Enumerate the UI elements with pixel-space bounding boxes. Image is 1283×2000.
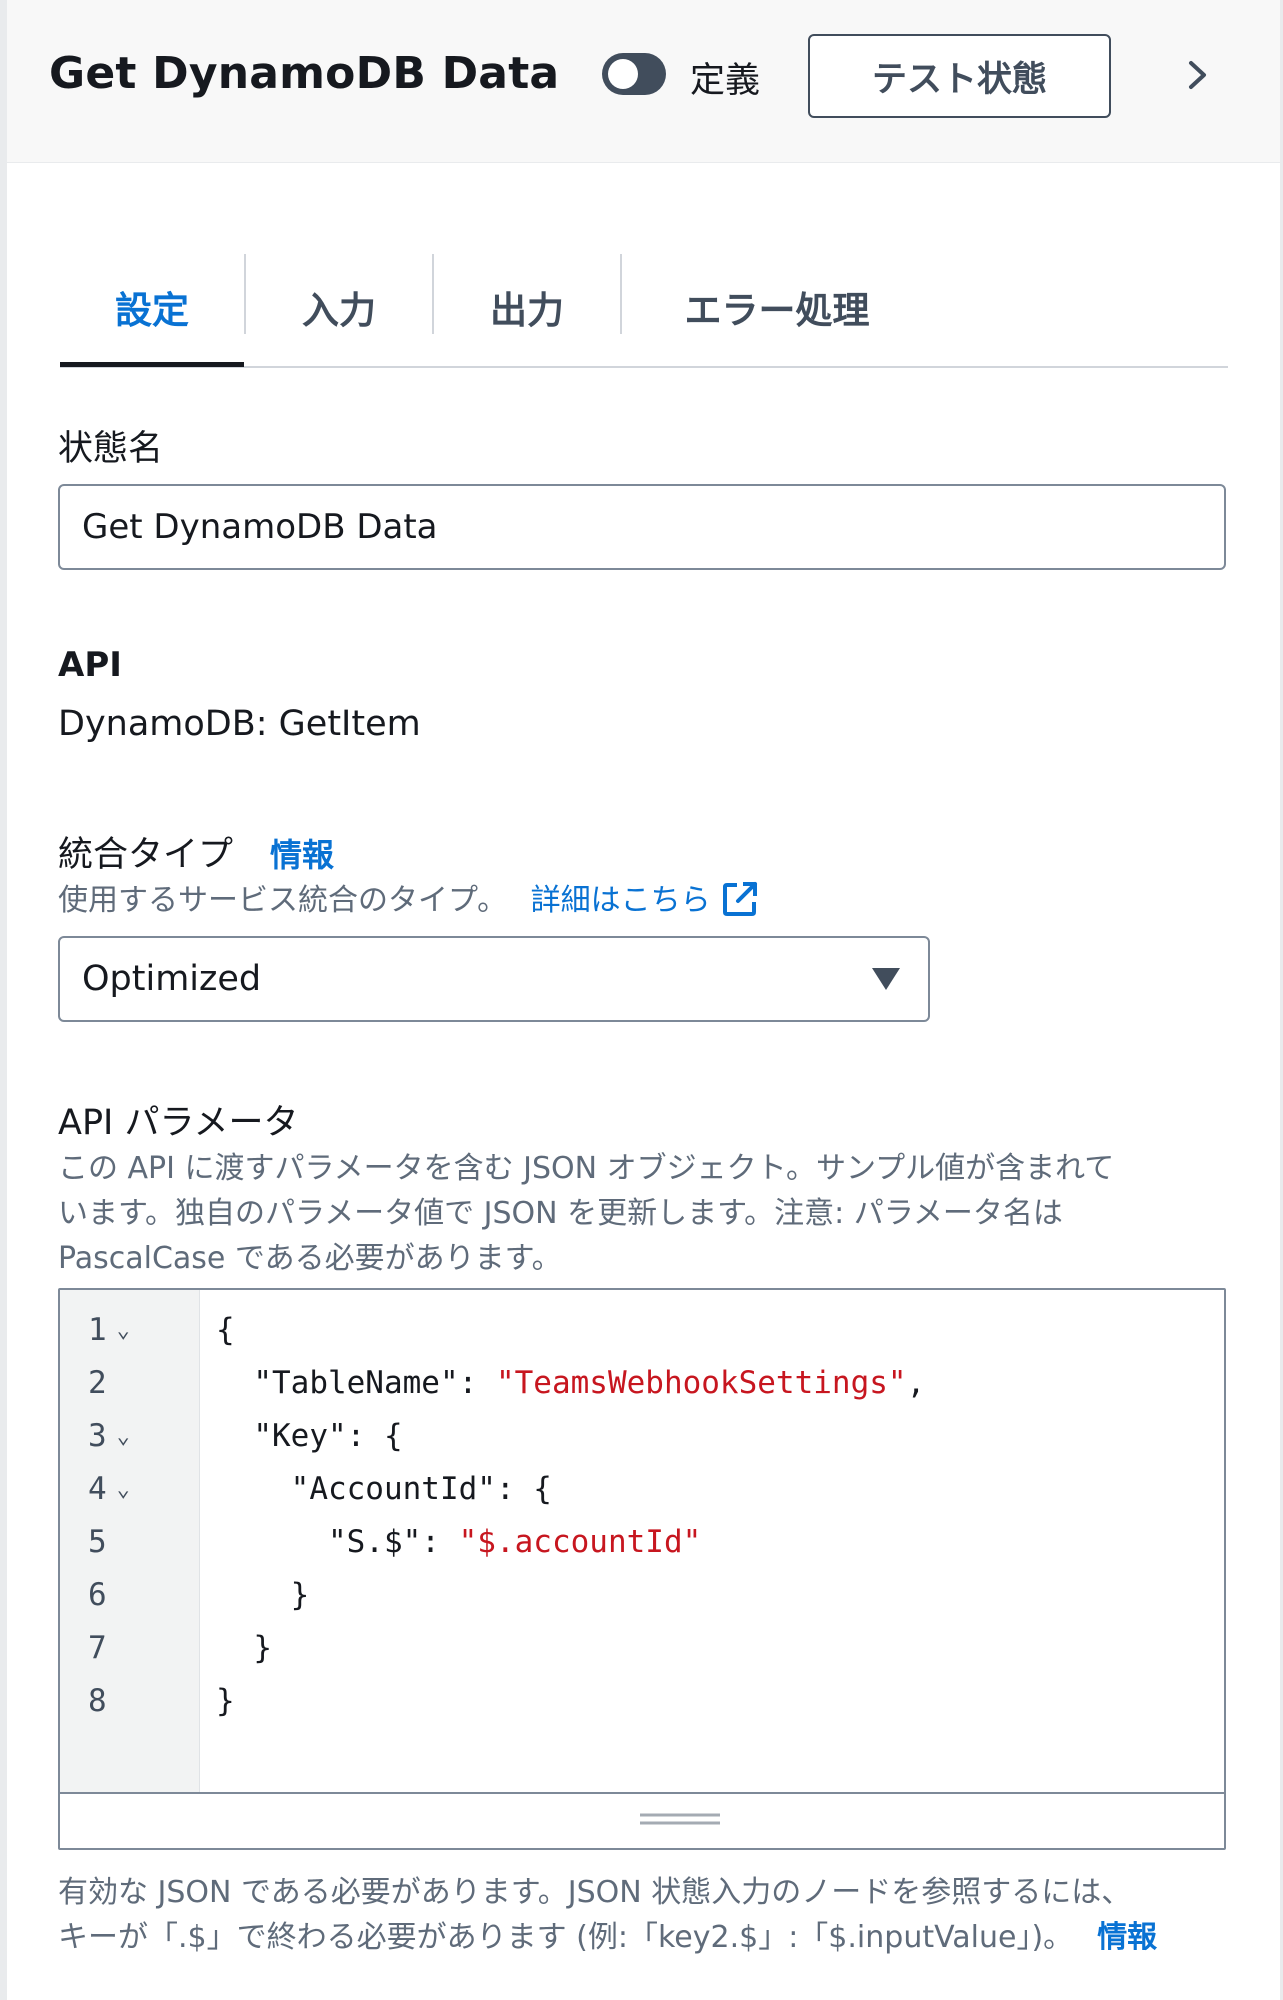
definition-toggle-label: 定義 — [690, 61, 761, 101]
toggle-knob — [608, 59, 638, 89]
integration-type-select[interactable]: Optimized — [58, 936, 930, 1022]
line-number-text: 1 — [88, 1312, 107, 1348]
api-parameters-description-line: この API に渡すパラメータを含む JSON オブジェクト。サンプル値が含まれ… — [58, 1151, 1115, 1186]
code-line: "Key": { — [216, 1418, 403, 1454]
json-key: "TableName": — [216, 1365, 496, 1401]
line-numbers: 1 ⌄ 2 3 ⌄ 4 ⌄ 5 6 7 8 — [88, 1304, 130, 1728]
api-parameters-description: この API に渡すパラメータを含む JSON オブジェクト。サンプル値が含まれ… — [58, 1146, 1248, 1281]
json-string-value: "$.accountId" — [458, 1524, 702, 1560]
integration-type-label: 統合タイプ — [58, 835, 234, 875]
code-line: "TableName": "TeamsWebhookSettings", — [216, 1357, 925, 1410]
json-help-info-link[interactable]: 情報 — [1097, 1920, 1157, 1955]
editor-gutter: 1 ⌄ 2 3 ⌄ 4 ⌄ 5 6 7 8 — [60, 1290, 200, 1792]
fold-chevron-icon[interactable]: ⌄ — [117, 1319, 130, 1342]
tab-output[interactable]: 出力 — [434, 248, 620, 366]
line-number-text: 2 — [88, 1365, 107, 1401]
line-number: 4 ⌄ — [88, 1463, 130, 1516]
code-line: } — [216, 1683, 235, 1719]
page-left-edge — [0, 0, 7, 2000]
code-line: "AccountId": { — [216, 1471, 552, 1507]
api-label: API — [58, 645, 122, 685]
panel-header: Get DynamoDB Data 定義 テスト状態 — [7, 0, 1280, 163]
line-number-text: 8 — [88, 1683, 107, 1719]
json-help-text: 有効な JSON である必要があります。JSON 状態入力のノードを参照するには… — [58, 1870, 1248, 1960]
panel-title: Get DynamoDB Data — [49, 48, 560, 99]
integration-type-info-link[interactable]: 情報 — [270, 830, 334, 876]
line-number-text: 6 — [88, 1577, 107, 1613]
line-number: 2 — [88, 1357, 130, 1410]
state-name-label: 状態名 — [58, 429, 164, 469]
json-key: "S.$": — [216, 1524, 459, 1560]
grip-icon — [640, 1813, 720, 1825]
tab-settings[interactable]: 設定 — [60, 248, 244, 366]
line-number: 3 ⌄ — [88, 1410, 130, 1463]
caret-down-icon — [872, 968, 900, 990]
json-help-line: キーが「.$」で終わる必要があります (例:「key2.$」:「$.inputV… — [58, 1915, 1248, 1960]
definition-toggle[interactable] — [602, 53, 666, 95]
json-code-editor[interactable]: 1 ⌄ 2 3 ⌄ 4 ⌄ 5 6 7 8 { "TableName": "Teams… — [58, 1288, 1226, 1850]
external-link-icon — [722, 882, 757, 916]
integration-type-selected-value: Optimized — [82, 959, 262, 999]
line-number-text: 7 — [88, 1630, 107, 1666]
tab-error-handling[interactable]: エラー処理 — [622, 248, 932, 366]
line-number: 8 — [88, 1675, 130, 1728]
test-state-button[interactable]: テスト状態 — [808, 34, 1111, 118]
json-help-line-text: キーが「.$」で終わる必要があります (例:「key2.$」:「$.inputV… — [58, 1920, 1074, 1955]
code-line: { — [216, 1312, 235, 1348]
code-line: } — [216, 1630, 272, 1666]
line-number-text: 5 — [88, 1524, 107, 1560]
api-parameters-label: API パラメータ — [58, 1103, 299, 1143]
code-line: "S.$": "$.accountId" — [216, 1516, 925, 1569]
line-number: 7 — [88, 1622, 130, 1675]
json-punctuation: , — [906, 1365, 926, 1401]
tab-input[interactable]: 入力 — [246, 248, 432, 366]
chevron-right-icon[interactable] — [1177, 55, 1217, 95]
fold-chevron-icon[interactable]: ⌄ — [117, 1478, 130, 1501]
line-number-text: 4 — [88, 1471, 107, 1507]
learn-more-link[interactable]: 詳細はこちら — [530, 882, 759, 918]
code-line: } — [216, 1577, 310, 1613]
active-tab-indicator — [60, 362, 244, 367]
fold-chevron-icon[interactable]: ⌄ — [117, 1425, 130, 1448]
learn-more-link-text: 詳細はこちら — [530, 883, 711, 918]
state-name-input[interactable] — [58, 484, 1226, 570]
api-parameters-description-line: います。独自のパラメータ値で JSON を更新します。注意: パラメータ名は — [58, 1196, 1063, 1231]
api-parameters-description-line: PascalCase である必要があります。 — [58, 1241, 562, 1276]
integration-type-description-text: 使用するサービス統合のタイプ。 — [58, 883, 508, 918]
line-number: 6 — [88, 1569, 130, 1622]
api-value: DynamoDB: GetItem — [58, 704, 421, 744]
tab-bar: 設定 入力 出力 エラー処理 — [60, 248, 1228, 368]
json-string-value: "TeamsWebhookSettings" — [495, 1365, 907, 1401]
json-help-line: 有効な JSON である必要があります。JSON 状態入力のノードを参照するには… — [58, 1875, 1132, 1910]
integration-type-description: 使用するサービス統合のタイプ。 詳細はこちら — [58, 878, 759, 923]
line-number-text: 3 — [88, 1418, 107, 1454]
editor-resize-handle[interactable] — [60, 1792, 1224, 1848]
line-number: 1 ⌄ — [88, 1304, 130, 1357]
line-number: 5 — [88, 1516, 130, 1569]
code-content[interactable]: { "TableName": "TeamsWebhookSettings", "… — [216, 1304, 925, 1728]
